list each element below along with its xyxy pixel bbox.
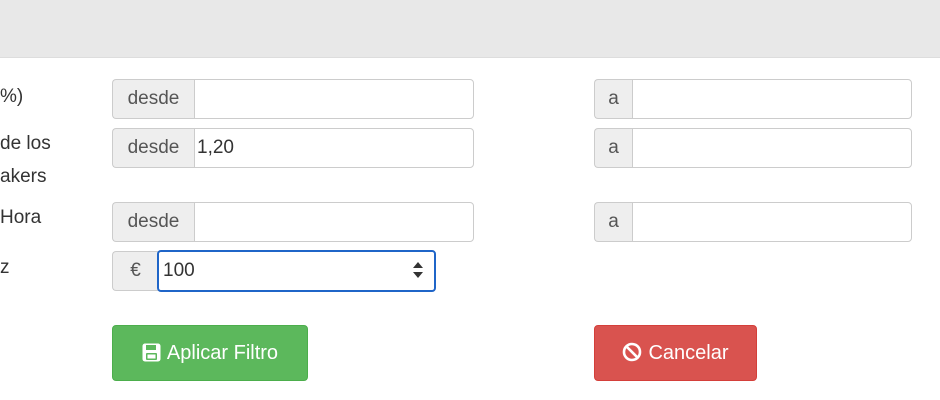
amount-row-label: z bbox=[0, 257, 10, 278]
percent-from-input[interactable] bbox=[194, 79, 474, 119]
spinner-up-icon[interactable] bbox=[413, 262, 423, 268]
hora-from-addon: desde bbox=[112, 202, 194, 242]
hora-from-input[interactable] bbox=[194, 202, 474, 242]
percent-from-addon: desde bbox=[112, 79, 194, 119]
euro-currency-addon: € bbox=[112, 251, 158, 291]
hora-row-label: Hora bbox=[0, 207, 42, 228]
cancel-label: Cancelar bbox=[648, 342, 729, 364]
cancel-button[interactable]: Cancelar bbox=[594, 325, 757, 381]
hora-to-input[interactable] bbox=[632, 202, 912, 242]
makers-row-label-line2: akers bbox=[0, 166, 47, 187]
percent-row-label: %) bbox=[0, 86, 24, 107]
makers-from-addon: desde bbox=[112, 128, 194, 168]
number-spinner[interactable] bbox=[411, 259, 425, 283]
percent-to-input[interactable] bbox=[632, 79, 912, 119]
amount-number-input[interactable] bbox=[157, 250, 436, 292]
hora-to-addon: a bbox=[594, 202, 632, 242]
apply-filter-button[interactable]: Aplicar Filtro bbox=[112, 325, 308, 381]
floppy-disk-icon bbox=[142, 343, 161, 362]
ban-icon bbox=[623, 342, 642, 362]
apply-filter-label: Aplicar Filtro bbox=[166, 342, 279, 364]
panel-header bbox=[0, 0, 940, 58]
spinner-down-icon[interactable] bbox=[413, 272, 423, 278]
makers-to-addon: a bbox=[594, 128, 632, 168]
makers-from-input[interactable] bbox=[194, 128, 474, 168]
makers-to-input[interactable] bbox=[632, 128, 912, 168]
percent-to-addon: a bbox=[594, 79, 632, 119]
makers-row-label-line1: de los bbox=[0, 133, 51, 154]
